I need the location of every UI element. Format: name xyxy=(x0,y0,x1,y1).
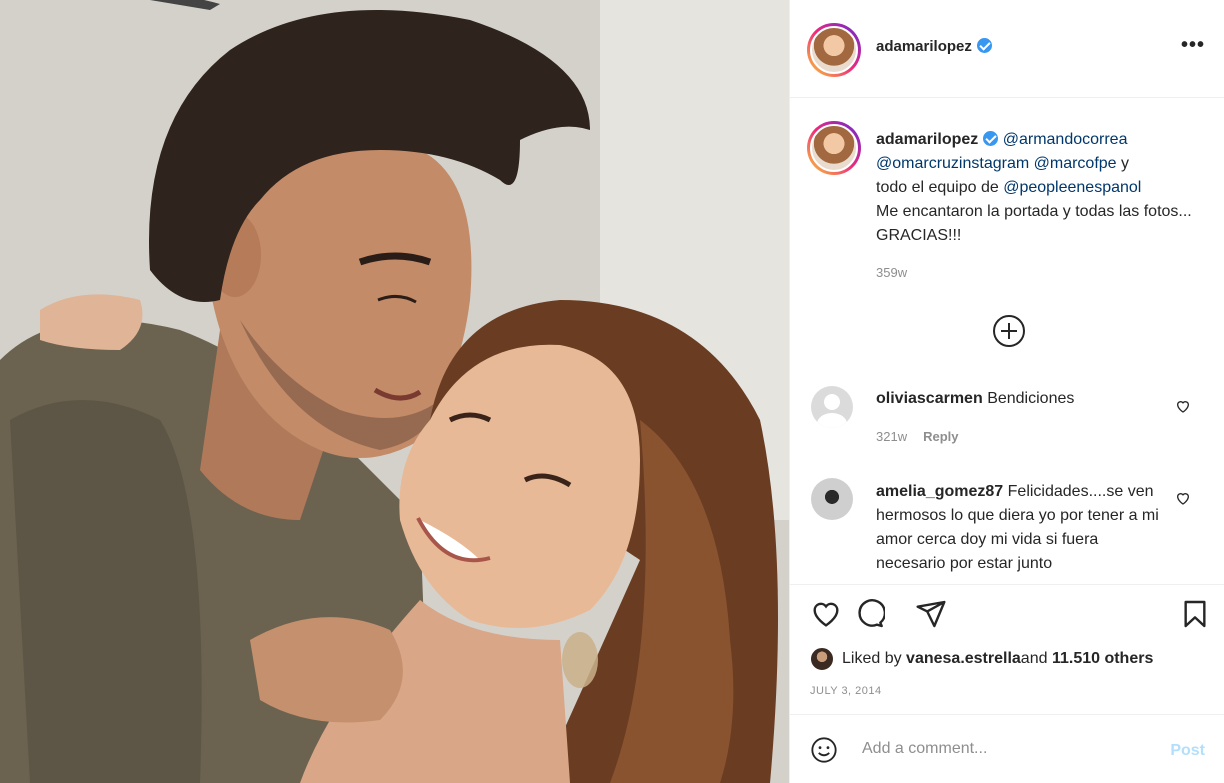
mention-link[interactable]: @peopleenespanol xyxy=(1003,179,1141,196)
like-comment-heart-icon[interactable] xyxy=(1175,398,1191,414)
add-comment-input[interactable] xyxy=(862,737,1142,761)
post-actions: Liked by vanesa.estrella and 11.510 othe… xyxy=(790,584,1224,714)
post-date[interactable]: JULY 3, 2014 xyxy=(810,685,882,697)
comment-timestamp[interactable]: 321w xyxy=(876,429,907,444)
verified-badge-icon xyxy=(976,38,992,53)
caption-text: y xyxy=(1116,155,1130,172)
comment-avatar[interactable] xyxy=(811,386,853,428)
mention-link[interactable]: @marcofpe xyxy=(1034,155,1117,172)
author-avatar[interactable] xyxy=(807,23,861,77)
post-side-panel: adamarilopez ••• adamarilopez @armandoco… xyxy=(789,0,1224,783)
save-bookmark-icon[interactable] xyxy=(1179,598,1211,630)
caption-text: todo el equipo de xyxy=(876,179,1004,196)
mention-link[interactable]: @armandocorrea xyxy=(1003,131,1128,148)
comment-item: amelia_gomez87 Felicidades....se ven her… xyxy=(876,480,1166,576)
mention-link[interactable]: @omarcruzinstagram xyxy=(876,155,1029,172)
like-comment-heart-icon[interactable] xyxy=(1175,490,1191,506)
reply-button[interactable]: Reply xyxy=(923,429,958,444)
liker-username[interactable]: vanesa.estrella xyxy=(906,650,1021,668)
comment-username[interactable]: amelia_gomez87 xyxy=(876,483,1003,500)
caption-text: Me encantaron la portada y todas las fot… xyxy=(876,203,1192,244)
post-photo[interactable] xyxy=(0,0,789,783)
post-header: adamarilopez ••• xyxy=(790,0,1224,98)
caption-timestamp[interactable]: 359w xyxy=(876,265,907,280)
add-comment-bar: Post xyxy=(790,714,1224,783)
author-username[interactable]: adamarilopez xyxy=(876,38,972,55)
comment-text: Bendiciones xyxy=(987,390,1075,407)
verified-badge-icon xyxy=(983,131,999,146)
comment-item: oliviascarmen Bendiciones xyxy=(876,387,1166,411)
photo-illustration xyxy=(0,0,789,783)
liker-avatar[interactable] xyxy=(810,647,834,671)
comments-section[interactable]: adamarilopez @armandocorrea @omarcruzinst… xyxy=(790,98,1224,584)
post-modal: adamarilopez ••• adamarilopez @armandoco… xyxy=(0,0,1224,783)
comment-bubble-icon[interactable] xyxy=(853,598,885,630)
likes-summary[interactable]: Liked by vanesa.estrella and 11.510 othe… xyxy=(810,647,1153,671)
caption-username[interactable]: adamarilopez xyxy=(876,131,978,148)
caption-avatar[interactable] xyxy=(807,121,861,175)
comment-avatar[interactable] xyxy=(811,478,853,520)
more-options-button[interactable]: ••• xyxy=(1181,34,1205,57)
like-heart-icon[interactable] xyxy=(810,598,842,630)
post-caption: adamarilopez @armandocorrea @omarcruzinst… xyxy=(876,128,1196,248)
emoji-icon[interactable] xyxy=(810,736,838,764)
likes-count[interactable]: 11.510 others xyxy=(1052,650,1153,668)
comment-meta: 321w Reply xyxy=(876,429,958,444)
share-paper-plane-icon[interactable] xyxy=(915,598,947,630)
load-more-comments-icon[interactable] xyxy=(993,315,1025,347)
comment-username[interactable]: oliviascarmen xyxy=(876,390,983,407)
likes-middle: and xyxy=(1020,650,1048,667)
post-comment-button[interactable]: Post xyxy=(1170,742,1205,760)
likes-prefix: Liked by xyxy=(842,650,902,667)
